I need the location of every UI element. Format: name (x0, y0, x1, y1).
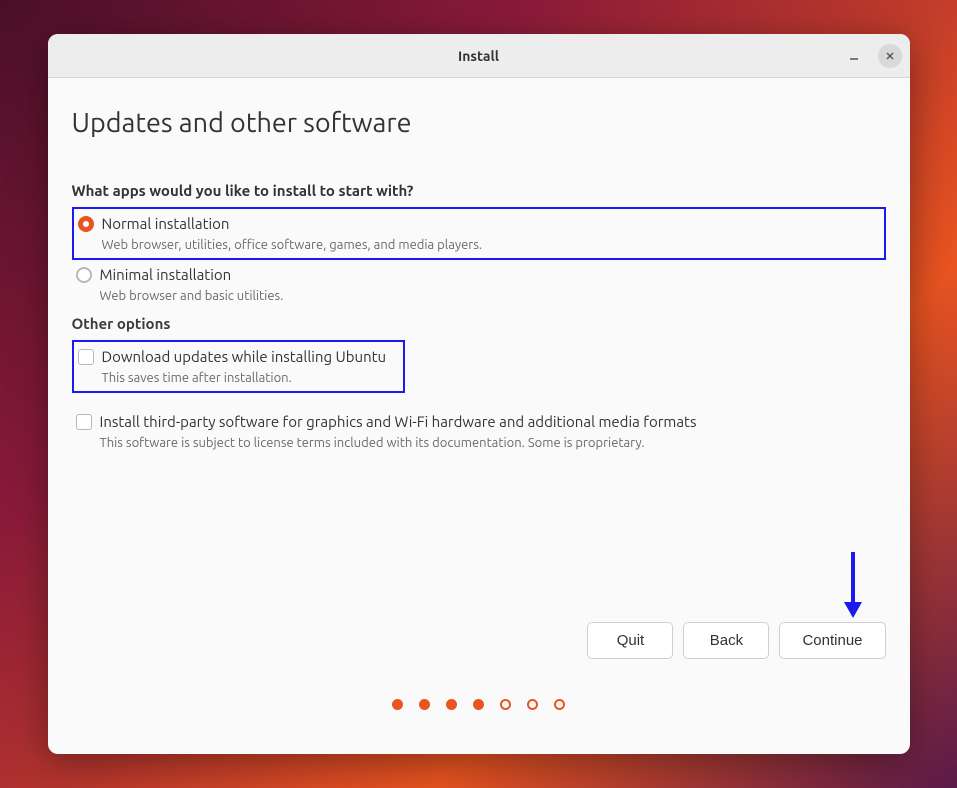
thirdparty-desc: This software is subject to license term… (76, 436, 882, 450)
other-options-title: Other options (72, 315, 886, 332)
minimize-button[interactable] (842, 44, 866, 68)
titlebar: Install (48, 34, 910, 78)
normal-install-option[interactable]: Normal installation Web browser, utiliti… (72, 207, 886, 260)
page-heading: Updates and other software (72, 108, 886, 138)
installer-window: Install Updates and other software What … (48, 34, 910, 754)
minimal-label: Minimal installation (100, 266, 232, 283)
back-button[interactable]: Back (683, 622, 769, 659)
install-type-group: Normal installation Web browser, utiliti… (72, 207, 886, 309)
close-icon (884, 50, 896, 62)
download-updates-option[interactable]: Download updates while installing Ubuntu… (72, 340, 405, 393)
minimal-radio[interactable] (76, 267, 92, 283)
quit-button[interactable]: Quit (587, 622, 673, 659)
progress-dot (446, 699, 457, 710)
close-button[interactable] (878, 44, 902, 68)
normal-desc: Web browser, utilities, office software,… (78, 238, 880, 252)
download-label: Download updates while installing Ubuntu (102, 348, 387, 365)
minimal-desc: Web browser and basic utilities. (76, 289, 882, 303)
normal-label: Normal installation (102, 215, 230, 232)
progress-dot (419, 699, 430, 710)
continue-button[interactable]: Continue (779, 622, 885, 659)
normal-radio[interactable] (78, 216, 94, 232)
content-area: Updates and other software What apps wou… (48, 78, 910, 754)
apps-question: What apps would you like to install to s… (72, 182, 886, 199)
button-row: Quit Back Continue (72, 622, 886, 669)
progress-dot (392, 699, 403, 710)
minimize-icon (848, 50, 860, 62)
download-desc: This saves time after installation. (78, 371, 399, 385)
progress-dot (473, 699, 484, 710)
download-checkbox[interactable] (78, 349, 94, 365)
thirdparty-option[interactable]: Install third-party software for graphic… (72, 407, 886, 456)
window-controls (842, 44, 902, 68)
window-title: Install (458, 48, 499, 64)
progress-dot (554, 699, 565, 710)
progress-dot (527, 699, 538, 710)
progress-dots (72, 669, 886, 734)
minimal-install-option[interactable]: Minimal installation Web browser and bas… (72, 260, 886, 309)
thirdparty-label: Install third-party software for graphic… (100, 413, 697, 430)
arrow-annotation (840, 550, 866, 624)
progress-dot (500, 699, 511, 710)
thirdparty-checkbox[interactable] (76, 414, 92, 430)
arrow-down-icon (840, 550, 866, 620)
